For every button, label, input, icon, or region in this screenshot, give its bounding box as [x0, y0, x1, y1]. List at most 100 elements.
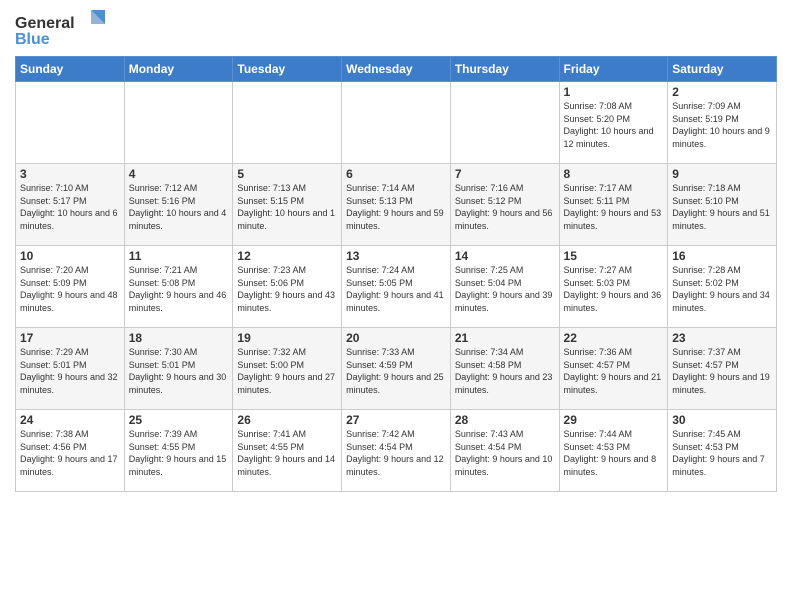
day-info: Sunrise: 7:44 AMSunset: 4:53 PMDaylight:… — [564, 428, 664, 478]
day-number: 19 — [237, 331, 337, 345]
calendar-cell: 23Sunrise: 7:37 AMSunset: 4:57 PMDayligh… — [668, 328, 777, 410]
weekday-saturday: Saturday — [668, 57, 777, 82]
day-number: 9 — [672, 167, 772, 181]
calendar-cell: 1Sunrise: 7:08 AMSunset: 5:20 PMDaylight… — [559, 82, 668, 164]
day-info: Sunrise: 7:37 AMSunset: 4:57 PMDaylight:… — [672, 346, 772, 396]
calendar-cell: 6Sunrise: 7:14 AMSunset: 5:13 PMDaylight… — [342, 164, 451, 246]
calendar-cell — [450, 82, 559, 164]
day-info: Sunrise: 7:21 AMSunset: 5:08 PMDaylight:… — [129, 264, 229, 314]
calendar-cell: 17Sunrise: 7:29 AMSunset: 5:01 PMDayligh… — [16, 328, 125, 410]
weekday-thursday: Thursday — [450, 57, 559, 82]
weekday-sunday: Sunday — [16, 57, 125, 82]
day-number: 20 — [346, 331, 446, 345]
day-number: 22 — [564, 331, 664, 345]
day-number: 25 — [129, 413, 229, 427]
calendar-cell: 24Sunrise: 7:38 AMSunset: 4:56 PMDayligh… — [16, 410, 125, 492]
calendar-cell: 13Sunrise: 7:24 AMSunset: 5:05 PMDayligh… — [342, 246, 451, 328]
day-number: 10 — [20, 249, 120, 263]
day-number: 17 — [20, 331, 120, 345]
day-number: 5 — [237, 167, 337, 181]
calendar-cell: 16Sunrise: 7:28 AMSunset: 5:02 PMDayligh… — [668, 246, 777, 328]
weekday-wednesday: Wednesday — [342, 57, 451, 82]
day-number: 21 — [455, 331, 555, 345]
day-number: 8 — [564, 167, 664, 181]
day-number: 29 — [564, 413, 664, 427]
day-info: Sunrise: 7:42 AMSunset: 4:54 PMDaylight:… — [346, 428, 446, 478]
svg-text:General: General — [15, 15, 75, 32]
day-number: 4 — [129, 167, 229, 181]
calendar-cell: 18Sunrise: 7:30 AMSunset: 5:01 PMDayligh… — [124, 328, 233, 410]
day-number: 30 — [672, 413, 772, 427]
day-info: Sunrise: 7:17 AMSunset: 5:11 PMDaylight:… — [564, 182, 664, 232]
day-number: 24 — [20, 413, 120, 427]
svg-text:Blue: Blue — [15, 31, 50, 48]
day-number: 3 — [20, 167, 120, 181]
day-info: Sunrise: 7:43 AMSunset: 4:54 PMDaylight:… — [455, 428, 555, 478]
day-number: 23 — [672, 331, 772, 345]
day-info: Sunrise: 7:14 AMSunset: 5:13 PMDaylight:… — [346, 182, 446, 232]
day-info: Sunrise: 7:18 AMSunset: 5:10 PMDaylight:… — [672, 182, 772, 232]
calendar-cell: 11Sunrise: 7:21 AMSunset: 5:08 PMDayligh… — [124, 246, 233, 328]
day-info: Sunrise: 7:30 AMSunset: 5:01 PMDaylight:… — [129, 346, 229, 396]
day-number: 15 — [564, 249, 664, 263]
day-info: Sunrise: 7:12 AMSunset: 5:16 PMDaylight:… — [129, 182, 229, 232]
day-number: 16 — [672, 249, 772, 263]
calendar-cell: 7Sunrise: 7:16 AMSunset: 5:12 PMDaylight… — [450, 164, 559, 246]
page-header: General Blue — [15, 10, 777, 48]
day-number: 7 — [455, 167, 555, 181]
calendar-table: SundayMondayTuesdayWednesdayThursdayFrid… — [15, 56, 777, 492]
calendar-cell: 19Sunrise: 7:32 AMSunset: 5:00 PMDayligh… — [233, 328, 342, 410]
day-info: Sunrise: 7:39 AMSunset: 4:55 PMDaylight:… — [129, 428, 229, 478]
day-number: 2 — [672, 85, 772, 99]
day-number: 1 — [564, 85, 664, 99]
day-info: Sunrise: 7:27 AMSunset: 5:03 PMDaylight:… — [564, 264, 664, 314]
day-info: Sunrise: 7:41 AMSunset: 4:55 PMDaylight:… — [237, 428, 337, 478]
day-number: 14 — [455, 249, 555, 263]
day-number: 18 — [129, 331, 229, 345]
day-number: 13 — [346, 249, 446, 263]
day-info: Sunrise: 7:08 AMSunset: 5:20 PMDaylight:… — [564, 100, 664, 150]
day-info: Sunrise: 7:25 AMSunset: 5:04 PMDaylight:… — [455, 264, 555, 314]
calendar-cell: 15Sunrise: 7:27 AMSunset: 5:03 PMDayligh… — [559, 246, 668, 328]
weekday-friday: Friday — [559, 57, 668, 82]
day-info: Sunrise: 7:36 AMSunset: 4:57 PMDaylight:… — [564, 346, 664, 396]
calendar-cell: 29Sunrise: 7:44 AMSunset: 4:53 PMDayligh… — [559, 410, 668, 492]
day-info: Sunrise: 7:45 AMSunset: 4:53 PMDaylight:… — [672, 428, 772, 478]
day-info: Sunrise: 7:24 AMSunset: 5:05 PMDaylight:… — [346, 264, 446, 314]
calendar-cell: 22Sunrise: 7:36 AMSunset: 4:57 PMDayligh… — [559, 328, 668, 410]
calendar-cell: 8Sunrise: 7:17 AMSunset: 5:11 PMDaylight… — [559, 164, 668, 246]
calendar-cell — [16, 82, 125, 164]
calendar-cell: 14Sunrise: 7:25 AMSunset: 5:04 PMDayligh… — [450, 246, 559, 328]
calendar-cell: 27Sunrise: 7:42 AMSunset: 4:54 PMDayligh… — [342, 410, 451, 492]
calendar-cell: 3Sunrise: 7:10 AMSunset: 5:17 PMDaylight… — [16, 164, 125, 246]
day-number: 26 — [237, 413, 337, 427]
logo: General Blue — [15, 10, 105, 48]
calendar-cell: 5Sunrise: 7:13 AMSunset: 5:15 PMDaylight… — [233, 164, 342, 246]
calendar-cell: 30Sunrise: 7:45 AMSunset: 4:53 PMDayligh… — [668, 410, 777, 492]
calendar-cell: 12Sunrise: 7:23 AMSunset: 5:06 PMDayligh… — [233, 246, 342, 328]
calendar-cell: 28Sunrise: 7:43 AMSunset: 4:54 PMDayligh… — [450, 410, 559, 492]
day-number: 6 — [346, 167, 446, 181]
calendar-cell — [124, 82, 233, 164]
day-number: 28 — [455, 413, 555, 427]
calendar-cell: 9Sunrise: 7:18 AMSunset: 5:10 PMDaylight… — [668, 164, 777, 246]
day-info: Sunrise: 7:38 AMSunset: 4:56 PMDaylight:… — [20, 428, 120, 478]
day-info: Sunrise: 7:16 AMSunset: 5:12 PMDaylight:… — [455, 182, 555, 232]
day-number: 11 — [129, 249, 229, 263]
day-info: Sunrise: 7:33 AMSunset: 4:59 PMDaylight:… — [346, 346, 446, 396]
day-info: Sunrise: 7:28 AMSunset: 5:02 PMDaylight:… — [672, 264, 772, 314]
day-info: Sunrise: 7:09 AMSunset: 5:19 PMDaylight:… — [672, 100, 772, 150]
day-info: Sunrise: 7:20 AMSunset: 5:09 PMDaylight:… — [20, 264, 120, 314]
day-number: 27 — [346, 413, 446, 427]
calendar-cell: 20Sunrise: 7:33 AMSunset: 4:59 PMDayligh… — [342, 328, 451, 410]
calendar-cell — [233, 82, 342, 164]
calendar-cell: 2Sunrise: 7:09 AMSunset: 5:19 PMDaylight… — [668, 82, 777, 164]
day-info: Sunrise: 7:10 AMSunset: 5:17 PMDaylight:… — [20, 182, 120, 232]
day-info: Sunrise: 7:13 AMSunset: 5:15 PMDaylight:… — [237, 182, 337, 232]
calendar-cell: 4Sunrise: 7:12 AMSunset: 5:16 PMDaylight… — [124, 164, 233, 246]
calendar-cell — [342, 82, 451, 164]
logo-svg: General Blue — [15, 10, 105, 48]
day-number: 12 — [237, 249, 337, 263]
calendar-cell: 25Sunrise: 7:39 AMSunset: 4:55 PMDayligh… — [124, 410, 233, 492]
calendar-cell: 21Sunrise: 7:34 AMSunset: 4:58 PMDayligh… — [450, 328, 559, 410]
